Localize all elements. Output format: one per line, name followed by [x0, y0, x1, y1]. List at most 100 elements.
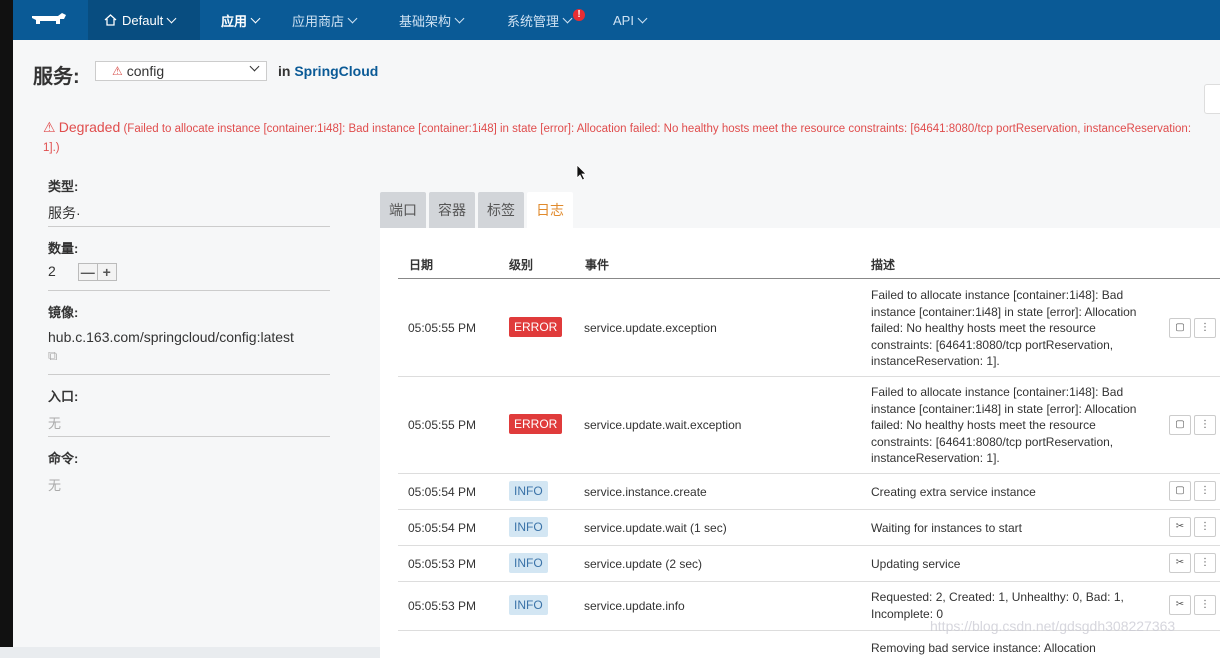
- scale-label: 数量:: [48, 241, 79, 256]
- detail-scale: 数量: 2 — +: [48, 238, 330, 282]
- log-panel: 日期 级别 事件 描述 05:05:55 PM ERROR service.up…: [380, 228, 1220, 658]
- log-event: service.update (2 sec): [584, 557, 703, 571]
- tab-ports[interactable]: 端口: [380, 192, 426, 228]
- rancher-logo-icon[interactable]: [28, 10, 68, 30]
- divider: [48, 436, 330, 437]
- top-nav-bar: Default 应用 应用商店 基础架构 系统管理 ! API: [13, 0, 1220, 40]
- header-divider: [398, 278, 1220, 279]
- more-menu-icon[interactable]: ⋮: [1194, 318, 1216, 338]
- level-badge: ERROR: [509, 414, 563, 434]
- level-badge: INFO: [509, 553, 548, 573]
- chevron-down-icon: [250, 13, 261, 23]
- log-event: service.update.wait.exception: [584, 418, 742, 432]
- copy-icon[interactable]: ⧉: [48, 348, 330, 364]
- nav-catalog[interactable]: 应用商店: [292, 0, 358, 40]
- nav-admin-label: 系统管理: [507, 13, 560, 29]
- log-description: Waiting for instances to start: [871, 521, 1022, 535]
- page-action-button[interactable]: [1204, 84, 1220, 114]
- box-icon[interactable]: ▢: [1169, 318, 1191, 338]
- nav-admin[interactable]: 系统管理 !: [507, 0, 586, 40]
- detail-type: 类型: 服务·: [48, 176, 330, 223]
- command-label: 命令:: [48, 451, 79, 466]
- log-time: 05:05:53 PM: [408, 599, 477, 613]
- nav-apps-label: 应用: [221, 13, 248, 29]
- stack-name: SpringCloud: [294, 63, 379, 79]
- column-header-level[interactable]: 级别: [509, 256, 533, 273]
- service-select[interactable]: ⚠ config: [95, 61, 267, 81]
- log-description: Failed to allocate instance [container:1…: [871, 288, 1137, 368]
- nav-infrastructure[interactable]: 基础架构: [399, 0, 465, 40]
- table-row: 05:05:54 PM INFO service.update.wait (1 …: [398, 510, 1220, 546]
- service-label: 服务:: [33, 66, 80, 88]
- more-menu-icon[interactable]: ⋮: [1194, 595, 1216, 615]
- chevron-down-icon: [249, 61, 260, 72]
- chevron-down-icon: [562, 13, 573, 23]
- scale-decrease-button[interactable]: —: [79, 264, 98, 281]
- column-header-date[interactable]: 日期: [409, 256, 433, 273]
- nav-apps[interactable]: 应用: [221, 0, 261, 40]
- stack-link[interactable]: in SpringCloud: [278, 63, 378, 79]
- service-name: config: [126, 63, 165, 79]
- more-menu-icon[interactable]: ⋮: [1194, 415, 1216, 435]
- box-icon[interactable]: ▢: [1169, 415, 1191, 435]
- main-content: 服务: ⚠ config in SpringCloud ⚠ Degraded (…: [13, 40, 1220, 658]
- tab-log[interactable]: 日志: [527, 192, 573, 228]
- divider: [48, 290, 330, 291]
- log-description: Removing bad service instance: Allocatio…: [871, 641, 1096, 655]
- chevron-down-icon: [454, 13, 465, 23]
- command-value: 无: [48, 478, 62, 493]
- warning-icon: ⚠: [43, 119, 56, 135]
- home-icon: [104, 14, 117, 26]
- log-event: service.update.wait (1 sec): [584, 521, 727, 535]
- tools-icon[interactable]: ✂: [1169, 517, 1191, 537]
- nav-api[interactable]: API: [613, 0, 648, 40]
- column-header-event[interactable]: 事件: [585, 256, 609, 273]
- entrypoint-value: 无: [48, 416, 62, 431]
- level-badge: INFO: [509, 517, 548, 537]
- nav-catalog-label: 应用商店: [292, 13, 345, 29]
- degraded-status-message: ⚠ Degraded (Failed to allocate instance …: [43, 118, 1208, 158]
- table-row: 05:05:55 PM ERROR service.update.excepti…: [398, 280, 1220, 377]
- log-time: 05:05:55 PM: [408, 321, 477, 335]
- watermark: https://blog.csdn.net/gdsgdh308227363: [930, 618, 1176, 634]
- nav-api-label: API: [613, 12, 634, 28]
- scale-stepper: — +: [77, 263, 117, 282]
- log-time: 05:05:55 PM: [408, 418, 477, 432]
- more-menu-icon[interactable]: ⋮: [1194, 481, 1216, 501]
- log-time: 05:05:53 PM: [408, 557, 477, 571]
- left-edge: [0, 0, 13, 647]
- log-event: service.instance.create: [584, 485, 707, 499]
- image-value: hub.c.163.com/springcloud/config:latest: [48, 329, 294, 345]
- scale-increase-button[interactable]: +: [98, 264, 116, 280]
- divider: [48, 374, 330, 375]
- mouse-cursor-icon: [576, 164, 587, 181]
- log-description: Creating extra service instance: [871, 485, 1036, 499]
- tools-icon[interactable]: ✂: [1169, 595, 1191, 615]
- type-label: 类型:: [48, 179, 79, 194]
- divider: [48, 226, 330, 227]
- tab-containers[interactable]: 容器: [429, 192, 475, 228]
- log-time: 05:05:54 PM: [408, 521, 477, 535]
- tools-icon[interactable]: ✂: [1169, 553, 1191, 573]
- environment-name: Default: [122, 12, 164, 28]
- warning-icon: ⚠: [112, 64, 123, 78]
- table-row: 05:05:54 PM INFO service.instance.create…: [398, 474, 1220, 510]
- image-label: 镜像:: [48, 305, 79, 320]
- tab-labels[interactable]: 标签: [478, 192, 524, 228]
- table-row: 05:05:55 PM ERROR service.update.wait.ex…: [398, 377, 1220, 474]
- detail-tabs: 端口 容器 标签 日志: [380, 192, 576, 228]
- level-badge: ERROR: [509, 317, 563, 337]
- log-event: service.update.info: [584, 599, 685, 613]
- log-event: service.update.exception: [584, 321, 717, 335]
- chevron-down-icon: [166, 13, 177, 23]
- more-menu-icon[interactable]: ⋮: [1194, 517, 1216, 537]
- box-icon[interactable]: ▢: [1169, 481, 1191, 501]
- alert-badge: !: [573, 9, 586, 21]
- environment-dropdown[interactable]: Default: [88, 0, 200, 40]
- status-detail: (Failed to allocate instance [container:…: [43, 123, 1192, 154]
- more-menu-icon[interactable]: ⋮: [1194, 553, 1216, 573]
- detail-command: 命令: 无: [48, 448, 330, 494]
- column-header-description[interactable]: 描述: [871, 256, 895, 273]
- level-badge: INFO: [509, 481, 548, 501]
- type-value: 服务·: [48, 205, 81, 221]
